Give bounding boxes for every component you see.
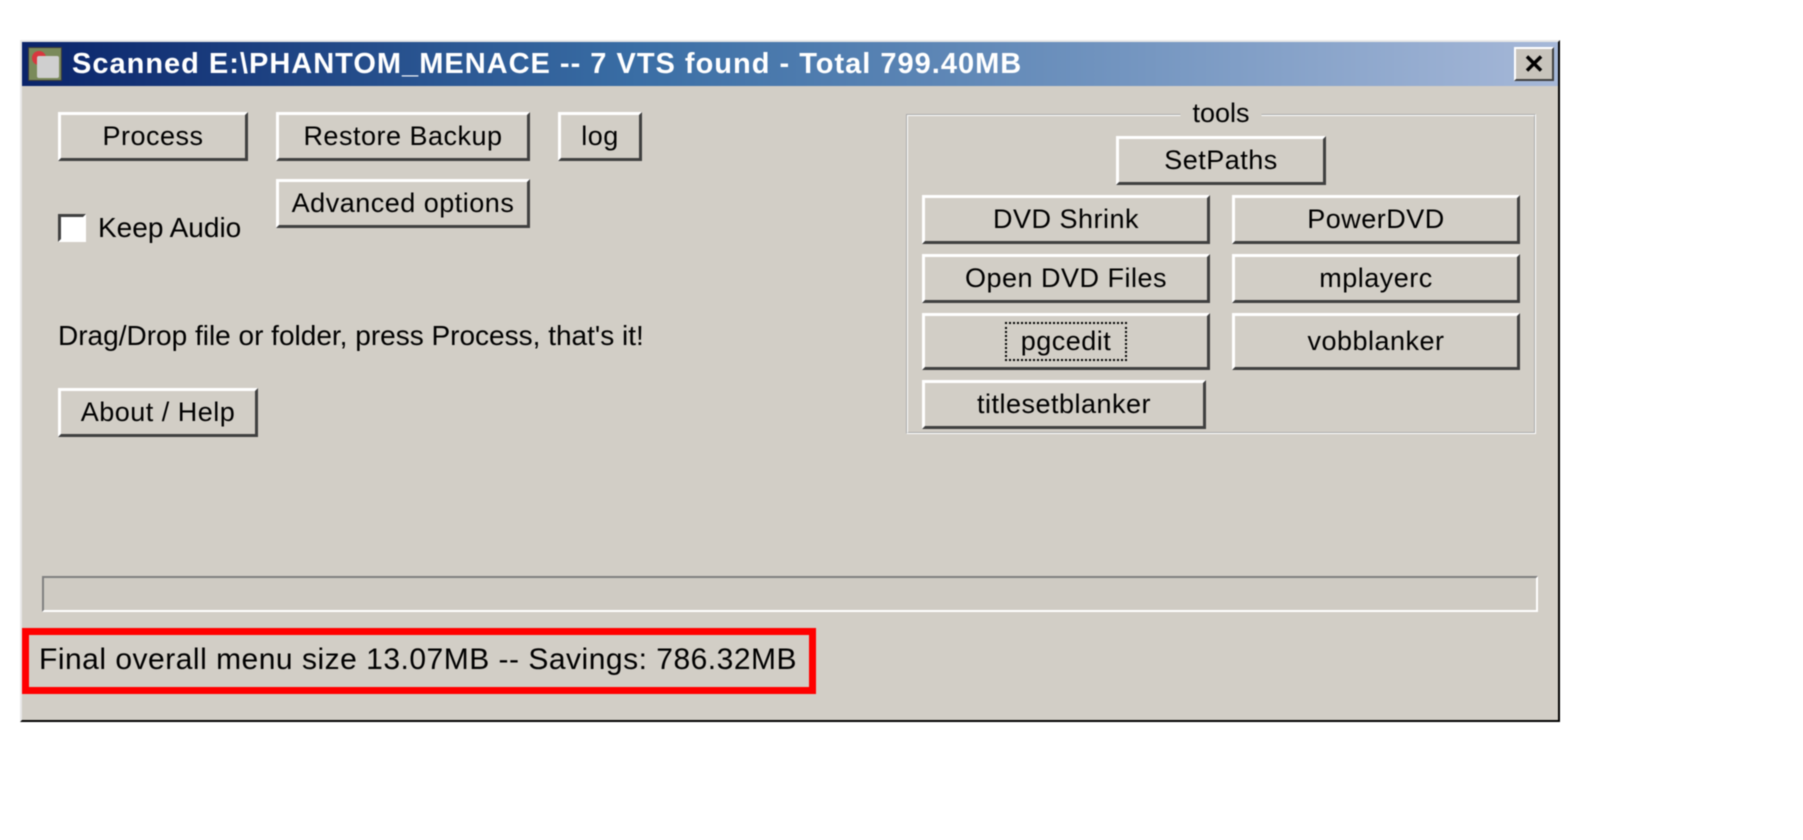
- left-column: Process Restore Backup Advanced options …: [58, 112, 688, 228]
- hint-text: Drag/Drop file or folder, press Process,…: [58, 320, 644, 352]
- keep-audio-checkbox[interactable]: [58, 214, 86, 242]
- powerdvd-button[interactable]: PowerDVD: [1232, 195, 1520, 244]
- tools-group: tools SetPaths DVD Shrink PowerDVD Open …: [906, 114, 1536, 434]
- restore-backup-button[interactable]: Restore Backup: [276, 112, 530, 161]
- about-help-button[interactable]: About / Help: [58, 388, 258, 437]
- app-icon: [28, 47, 62, 81]
- titlesetblanker-button[interactable]: titlesetblanker: [922, 380, 1206, 429]
- log-button[interactable]: log: [558, 112, 642, 161]
- dvd-shrink-button[interactable]: DVD Shrink: [922, 195, 1210, 244]
- status-text-highlighted: Final overall menu size 13.07MB -- Savin…: [22, 628, 816, 694]
- client-area: Process Restore Backup Advanced options …: [22, 86, 1558, 720]
- setpaths-button[interactable]: SetPaths: [1116, 136, 1326, 185]
- status-text: Final overall menu size 13.07MB -- Savin…: [39, 643, 797, 676]
- app-window: Scanned E:\PHANTOM_MENACE -- 7 VTS found…: [20, 40, 1560, 722]
- pgcedit-button[interactable]: pgcedit: [922, 313, 1210, 370]
- titlebar[interactable]: Scanned E:\PHANTOM_MENACE -- 7 VTS found…: [22, 42, 1558, 86]
- open-dvd-files-button[interactable]: Open DVD Files: [922, 254, 1210, 303]
- vobblanker-button[interactable]: vobblanker: [1232, 313, 1520, 370]
- close-icon: ✕: [1523, 49, 1545, 80]
- process-button[interactable]: Process: [58, 112, 248, 161]
- advanced-options-button[interactable]: Advanced options: [276, 179, 530, 228]
- progress-well: [42, 576, 1538, 612]
- mplayerc-button[interactable]: mplayerc: [1232, 254, 1520, 303]
- close-button[interactable]: ✕: [1514, 47, 1554, 81]
- tools-group-label: tools: [1180, 98, 1261, 129]
- window-title: Scanned E:\PHANTOM_MENACE -- 7 VTS found…: [72, 48, 1514, 81]
- keep-audio-label: Keep Audio: [98, 212, 241, 244]
